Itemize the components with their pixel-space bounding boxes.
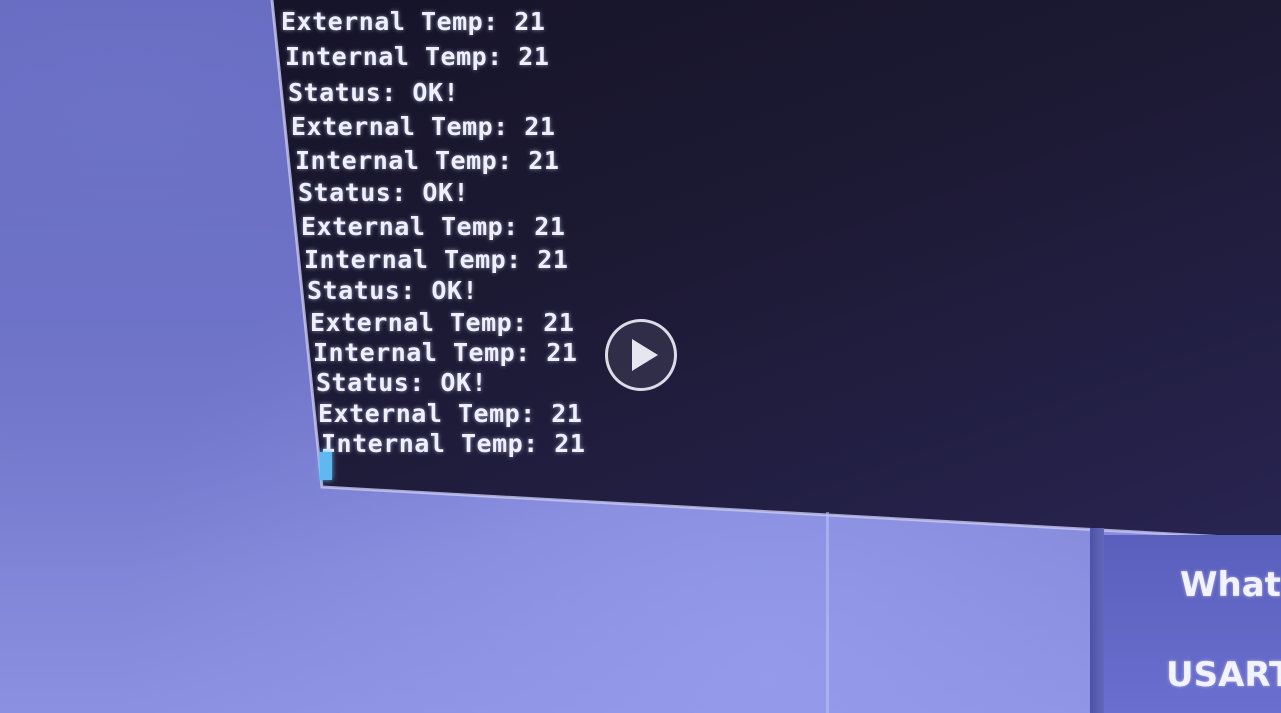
terminal-line: External Temp: 21 <box>310 308 575 337</box>
terminal-line: External Temp: 21 <box>281 7 546 36</box>
terminal-line: Internal Temp: 21 <box>295 146 560 175</box>
desktop-divider <box>1090 528 1104 713</box>
terminal-line: Internal Temp: 21 <box>313 338 578 367</box>
terminal-line: Status: OK! <box>288 78 460 107</box>
terminal-line: External Temp: 21 <box>301 212 566 241</box>
side-panel-heading: What <box>1180 565 1281 605</box>
terminal-line: Status: OK! <box>307 276 479 305</box>
play-icon <box>632 339 658 371</box>
side-panel-label: USART <box>1166 655 1281 695</box>
play-button[interactable] <box>605 319 677 391</box>
terminal-line: Status: OK! <box>316 368 488 397</box>
side-panel: What USART <box>1104 535 1281 713</box>
terminal-line: Internal Temp: 21 <box>285 42 550 71</box>
terminal-line: Status: OK! <box>298 178 470 207</box>
terminal-line: Internal Temp: 21 <box>321 429 586 458</box>
desktop-divider <box>826 512 829 713</box>
terminal-cursor <box>320 452 332 480</box>
terminal-line: Internal Temp: 21 <box>304 245 569 274</box>
video-frame: External Temp: 21 Internal Temp: 21 Stat… <box>0 0 1281 713</box>
terminal-line: External Temp: 21 <box>291 112 556 141</box>
terminal-line: External Temp: 21 <box>318 399 583 428</box>
